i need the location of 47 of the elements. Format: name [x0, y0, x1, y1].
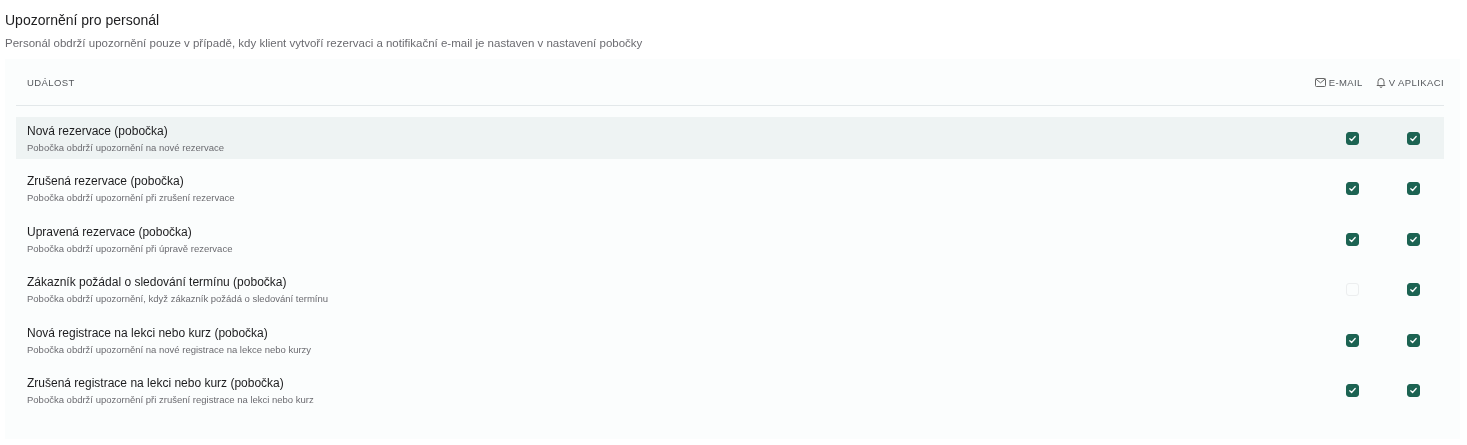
bell-icon	[1375, 76, 1386, 88]
event-title: Upravená rezervace (pobočka)	[27, 224, 193, 239]
event-description: Pobočka obdrží upozornění, když zákazník požádá o sledování termínu	[27, 293, 329, 304]
check-icon	[1409, 133, 1418, 143]
event-description: Pobočka obdrží upozornění při úpravě rezervace	[27, 242, 234, 254]
checkbox[interactable]	[1407, 131, 1420, 145]
checkbox[interactable]	[1346, 182, 1359, 195]
checkbox[interactable]	[1407, 384, 1420, 397]
event-title: Zrušená rezervace (pobočka)	[27, 174, 185, 188]
column-header: V APLIKACI	[1375, 76, 1444, 88]
checkbox[interactable]	[1407, 182, 1420, 195]
event-title: Zrušená registrace na lekci nebo kurz (pobočka)	[27, 376, 285, 390]
check-icon	[1409, 285, 1418, 294]
event-row[interactable]: Zákazník požádal o sledování termínu (pobočka) Pobočka obdrží upozornění, když zákazník požádá o sledování termínu	[16, 268, 1444, 311]
event-description: Pobočka obdrží upozornění na nové rezervace	[27, 141, 225, 153]
check-icon	[1409, 386, 1418, 395]
event-description: Pobočka obdrží upozornění při zrušení registrace na lekci nebo kurz	[27, 394, 315, 405]
column-header: E-MAIL	[1314, 76, 1363, 88]
column-header: UDÁLOST	[27, 76, 76, 88]
check-icon	[1348, 133, 1357, 143]
check-icon	[1348, 234, 1357, 244]
checkbox[interactable]	[1346, 232, 1359, 246]
section-description: Personál obdrží upozornění pouze v případě, kdy klient vytvoří rezervaci a notifikační e-mail je nastaven v nastavení pobočky	[5, 37, 644, 49]
section-title: Upozornění pro personál	[5, 12, 161, 28]
check-icon	[1409, 184, 1418, 193]
check-icon	[1348, 335, 1357, 345]
event-title: Nová rezervace (pobočka)	[27, 123, 169, 138]
event-row[interactable]: Upravená rezervace (pobočka) Pobočka obdrží upozornění při úpravě rezervace	[16, 218, 1444, 260]
mail-icon	[1314, 77, 1326, 87]
check-icon	[1409, 234, 1418, 244]
checkbox[interactable]	[1346, 333, 1359, 347]
event-row[interactable]: Nová registrace na lekci nebo kurz (pobočka) Pobočka obdrží upozornění na nové registrace na lekce nebo kurzy	[16, 319, 1444, 361]
check-icon	[1348, 386, 1357, 395]
event-title: Zákazník požádal o sledování termínu (pobočka)	[27, 275, 288, 289]
event-row[interactable]: Zrušená rezervace (pobočka) Pobočka obdrží upozornění při zrušení rezervace	[16, 167, 1444, 210]
event-description: Pobočka obdrží upozornění na nové registrace na lekce nebo kurzy	[27, 343, 313, 355]
checkbox[interactable]	[1346, 384, 1359, 397]
checkbox[interactable]	[1346, 131, 1359, 145]
check-icon	[1409, 335, 1418, 345]
event-row[interactable]: Nová rezervace (pobočka) Pobočka obdrží upozornění na nové rezervace	[16, 117, 1444, 159]
event-title: Nová registrace na lekci nebo kurz (pobočka)	[27, 325, 269, 340]
check-icon	[1348, 184, 1357, 193]
event-description: Pobočka obdrží upozornění při zrušení rezervace	[27, 192, 236, 203]
event-row[interactable]: Zrušená registrace na lekci nebo kurz (pobočka) Pobočka obdrží upozornění při zrušení registrace na lekci nebo kurz	[16, 369, 1444, 412]
checkbox[interactable]	[1407, 232, 1420, 246]
checkbox[interactable]	[1407, 333, 1420, 347]
checkbox[interactable]	[1407, 283, 1420, 296]
